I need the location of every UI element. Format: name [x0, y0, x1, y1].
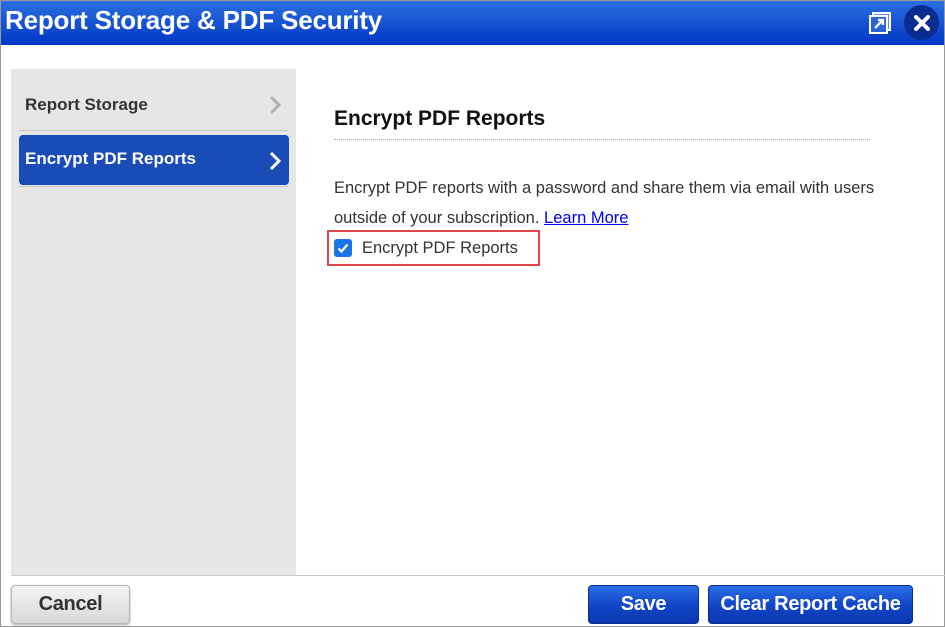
encrypt-pdf-checkbox[interactable]	[334, 239, 352, 257]
dialog-titlebar: Report Storage & PDF Security	[1, 1, 944, 45]
report-storage-dialog: Report Storage & PDF Security Report Sto…	[0, 0, 945, 627]
sidebar: Report Storage Encrypt PDF Reports	[11, 69, 296, 575]
sidebar-item-label: Report Storage	[25, 95, 148, 114]
sidebar-divider	[19, 130, 289, 131]
encrypt-checkbox-highlight: Encrypt PDF Reports	[327, 230, 540, 266]
section-heading: Encrypt PDF Reports	[334, 101, 870, 140]
footer-divider	[11, 575, 945, 576]
section-description: Encrypt PDF reports with a password and …	[334, 173, 879, 233]
chevron-right-icon	[269, 151, 281, 171]
chevron-right-icon	[269, 95, 281, 115]
learn-more-link[interactable]: Learn More	[544, 209, 628, 227]
dialog-title: Report Storage & PDF Security	[5, 5, 383, 35]
close-icon	[913, 14, 930, 31]
clear-report-cache-button[interactable]: Clear Report Cache	[708, 585, 913, 624]
sidebar-item-label: Encrypt PDF Reports	[25, 149, 196, 168]
cancel-button[interactable]: Cancel	[11, 585, 130, 624]
close-button[interactable]	[904, 5, 939, 40]
main-content: Encrypt PDF Reports Encrypt PDF reports …	[327, 101, 874, 266]
sidebar-divider	[19, 186, 289, 187]
sidebar-item-encrypt-pdf-reports[interactable]: Encrypt PDF Reports	[19, 135, 289, 185]
save-button[interactable]: Save	[588, 585, 699, 624]
checkmark-icon	[337, 243, 349, 254]
sidebar-item-report-storage[interactable]: Report Storage	[19, 79, 289, 129]
encrypt-pdf-checkbox-label[interactable]: Encrypt PDF Reports	[362, 239, 518, 258]
popout-icon[interactable]	[869, 12, 891, 34]
